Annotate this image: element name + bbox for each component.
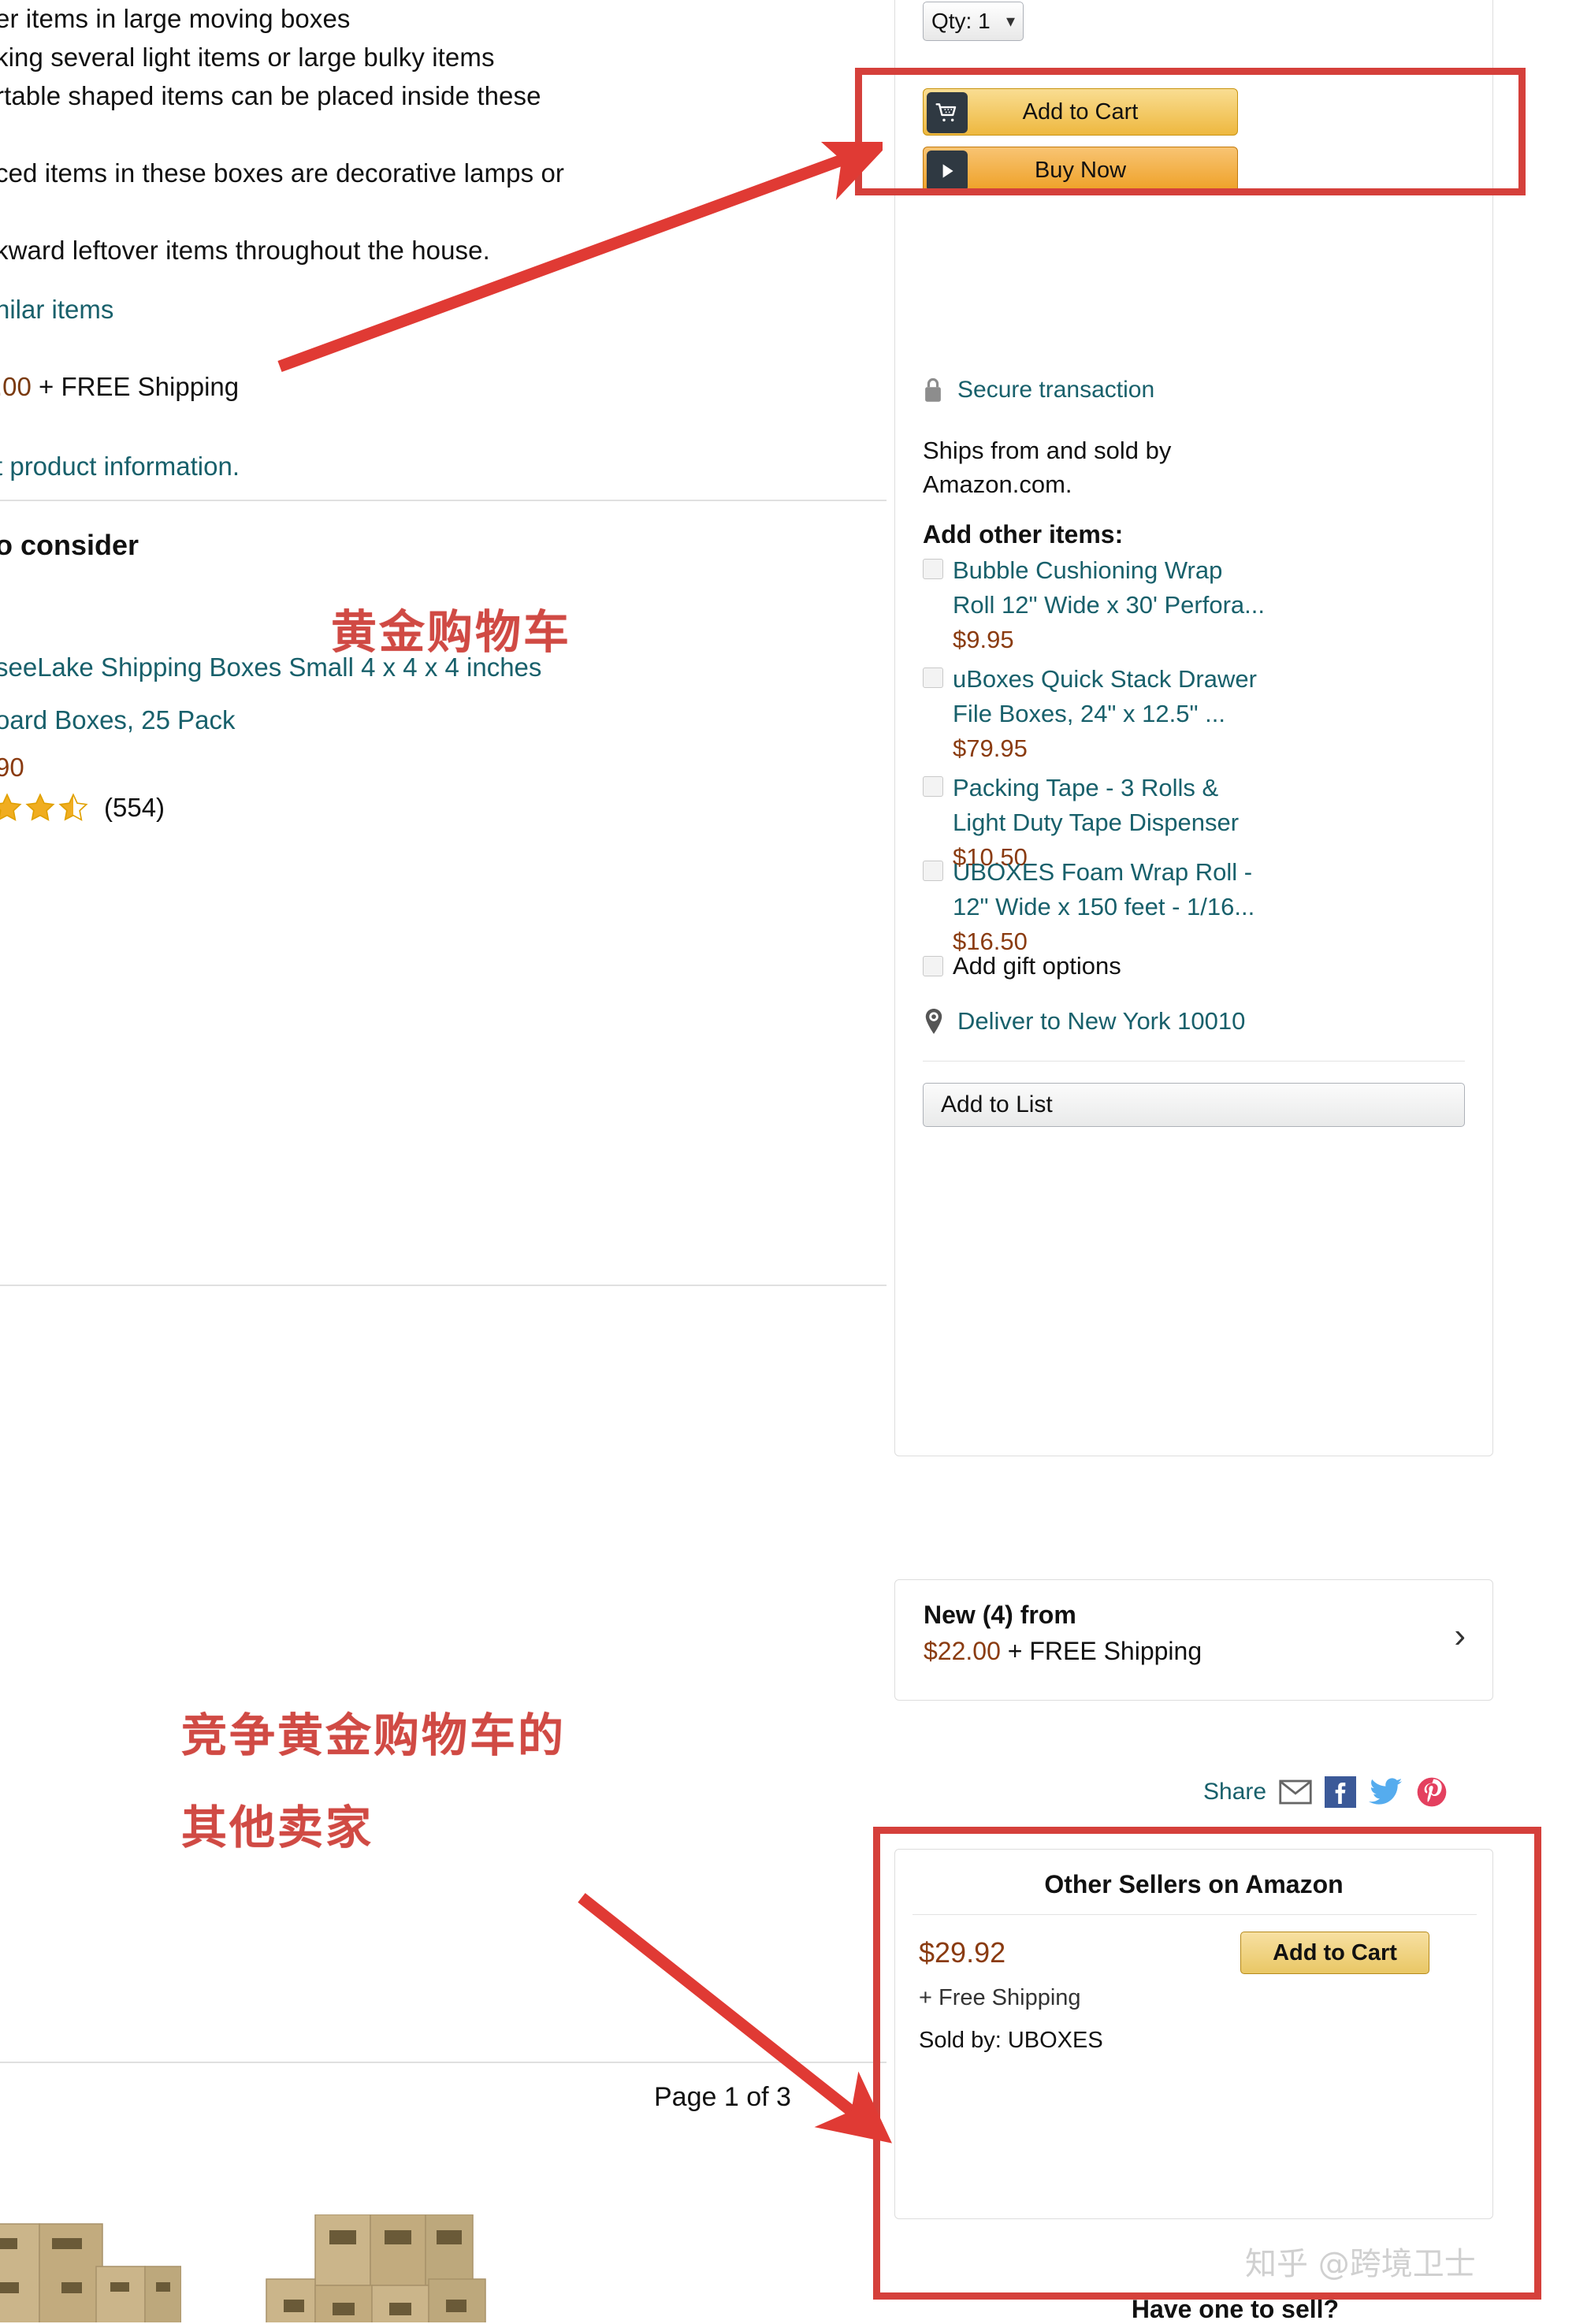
- location-pin-icon: [923, 1008, 945, 1035]
- star-filled-icon: [0, 793, 22, 821]
- left-content-column: er items in large moving boxes king seve…: [0, 0, 894, 2322]
- lock-icon: [923, 377, 943, 403]
- price-shipping-rest: + FREE Shipping: [31, 372, 240, 401]
- chevron-down-icon: ▾: [1005, 11, 1015, 31]
- other-seller-shipping: + Free Shipping: [919, 1985, 1081, 2010]
- share-label: Share: [1203, 1779, 1267, 1805]
- consider-heading: o consider: [0, 529, 139, 561]
- price-amount: .00: [0, 372, 32, 401]
- section-divider-bottom: [0, 2062, 886, 2063]
- section-divider-middle: [0, 1285, 886, 1286]
- gift-options-checkbox[interactable]: [923, 956, 943, 976]
- other-sellers-divider: [913, 1914, 1477, 1915]
- email-icon[interactable]: [1279, 1779, 1312, 1805]
- description-line-1: er items in large moving boxes: [0, 4, 351, 33]
- page-indicator: Page 1 of 3: [654, 2082, 791, 2112]
- ships-sold-by-text: Ships from and sold by Amazon.com.: [923, 437, 1172, 498]
- buy-now-button[interactable]: Buy Now: [923, 147, 1238, 194]
- pinterest-icon[interactable]: [1416, 1776, 1448, 1808]
- addon-title[interactable]: UBOXES Foam Wrap Roll - 12" Wide x 150 f…: [953, 858, 1254, 920]
- qty-value: 1: [978, 9, 991, 33]
- add-to-list-label: Add to List: [941, 1091, 1053, 1117]
- qty-label: Qty:: [931, 9, 972, 33]
- new-offers-title: New (4) from: [924, 1601, 1076, 1629]
- right-buybox-column: Qty: 1 ▾ Add to Cart Buy Now Secure tran…: [894, 0, 1576, 2324]
- product-information-link[interactable]: t product information.: [0, 451, 240, 482]
- add-to-list-button[interactable]: Add to List: [923, 1083, 1465, 1127]
- other-seller-add-to-cart-label: Add to Cart: [1273, 1939, 1397, 1965]
- section-divider-top: [0, 500, 886, 501]
- quantity-select[interactable]: Qty: 1 ▾: [923, 2, 1024, 41]
- gift-options-label: Add gift options: [953, 952, 1121, 980]
- star-filled-icon: [25, 793, 55, 821]
- description-line-3: rtable shaped items can be placed inside…: [0, 81, 541, 110]
- description-line-5: kward leftover items throughout the hous…: [0, 236, 490, 265]
- other-seller-price: $29.92: [919, 1936, 1006, 1969]
- twitter-icon[interactable]: [1369, 1776, 1403, 1808]
- similar-items-link[interactable]: nilar items: [0, 294, 113, 325]
- suggested-product-price: 90: [0, 753, 24, 782]
- addon-price: $9.95: [953, 626, 1014, 653]
- star-rating[interactable]: (554): [0, 792, 165, 824]
- new-offers-price-row: $22.00 + FREE Shipping: [924, 1637, 1202, 1666]
- addon-checkbox[interactable]: [923, 667, 943, 688]
- other-sellers-panel: Other Sellers on Amazon $29.92 + Free Sh…: [894, 1849, 1493, 2219]
- suggested-product-title-line2[interactable]: oard Boxes, 25 Pack: [0, 705, 236, 736]
- secure-transaction-label: Secure transaction: [957, 377, 1155, 403]
- buy-now-label: Buy Now: [1034, 157, 1127, 183]
- play-arrow-icon: [927, 151, 968, 191]
- addon-checkbox[interactable]: [923, 776, 943, 797]
- other-sellers-title: Other Sellers on Amazon: [1044, 1870, 1344, 1898]
- addon-checkbox[interactable]: [923, 559, 943, 579]
- new-offers-shipping: + FREE Shipping: [1000, 1637, 1202, 1665]
- chevron-right-icon[interactable]: ›: [1454, 1616, 1466, 1656]
- other-seller-add-to-cart-button[interactable]: Add to Cart: [1240, 1932, 1429, 1974]
- addon-price: $79.95: [953, 734, 1028, 762]
- addon-title[interactable]: uBoxes Quick Stack Drawer File Boxes, 24…: [953, 665, 1257, 727]
- add-to-cart-label: Add to Cart: [1022, 99, 1139, 125]
- suggested-product-title-line1[interactable]: seeLake Shipping Boxes Small 4 x 4 x 4 i…: [0, 652, 541, 683]
- star-half-icon: [58, 793, 88, 821]
- cart-icon: [927, 92, 968, 133]
- description-line-4: ced items in these boxes are decorative …: [0, 158, 564, 188]
- deliver-to-row[interactable]: Deliver to New York 10010: [923, 1007, 1245, 1036]
- new-offers-price: $22.00: [924, 1637, 1001, 1665]
- buybox-divider: [923, 1061, 1465, 1062]
- secure-transaction-row[interactable]: Secure transaction: [923, 377, 1154, 403]
- facebook-icon[interactable]: [1325, 1776, 1357, 1808]
- addon-title[interactable]: Packing Tape - 3 Rolls & Light Duty Tape…: [953, 774, 1239, 836]
- addon-item[interactable]: uBoxes Quick Stack Drawer File Boxes, 24…: [923, 662, 1268, 766]
- new-offers-panel[interactable]: New (4) from $22.00 + FREE Shipping ›: [894, 1579, 1493, 1701]
- price-shipping-line: .00 + FREE Shipping: [0, 372, 239, 402]
- other-seller-sold-by: Sold by: UBOXES: [919, 2028, 1103, 2053]
- description-line-2: king several light items or large bulky …: [0, 43, 495, 72]
- product-thumbnail-boxes-right[interactable]: [260, 2214, 496, 2322]
- addon-item[interactable]: UBOXES Foam Wrap Roll - 12" Wide x 150 f…: [923, 855, 1268, 959]
- share-row[interactable]: Share: [1203, 1776, 1448, 1808]
- addon-checkbox[interactable]: [923, 861, 943, 881]
- addon-price: $16.50: [953, 928, 1028, 955]
- review-count[interactable]: (554): [104, 793, 165, 822]
- addon-item[interactable]: Bubble Cushioning Wrap Roll 12" Wide x 3…: [923, 553, 1268, 657]
- addon-title[interactable]: Bubble Cushioning Wrap Roll 12" Wide x 3…: [953, 556, 1265, 619]
- deliver-to-label: Deliver to New York 10010: [957, 1007, 1246, 1035]
- add-other-items-title: Add other items:: [923, 520, 1124, 548]
- add-to-cart-button[interactable]: Add to Cart: [923, 88, 1238, 136]
- have-one-to-sell-label[interactable]: Have one to sell?: [894, 2295, 1576, 2324]
- product-thumbnail-boxes-left[interactable]: [0, 2207, 182, 2322]
- gift-options-row[interactable]: Add gift options: [923, 952, 1121, 980]
